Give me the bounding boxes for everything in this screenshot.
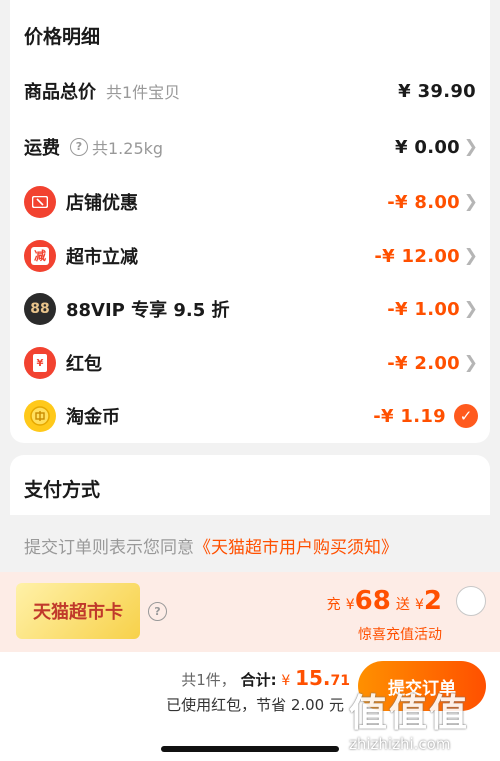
agreement-notice: 提交订单则表示您同意《天猫超市用户购买须知》 — [24, 533, 398, 558]
row-shipping[interactable]: 运费 ? 共1.25kg ¥ 0.00 ❯ — [10, 127, 490, 167]
supermarket-discount-label: 超市立减 — [66, 247, 138, 268]
recharge-activity-label: 惊喜充值活动 — [358, 627, 442, 643]
savings-note: 已使用红包，节省 2.00 元 — [166, 696, 344, 714]
watermark-logo: 值值值 — [349, 691, 470, 735]
row-supermarket-discount[interactable]: 减 超市立减 -¥ 12.00 ❯ — [10, 236, 490, 276]
chevron-right-icon: ❯ — [463, 246, 478, 266]
watermark: 值值值 zhizhizhi.com — [349, 682, 489, 753]
store-discount-label: 店铺优惠 — [66, 193, 138, 214]
goods-total-amount: ¥ 39.90 — [398, 80, 476, 102]
charge-label: 充 — [326, 597, 341, 613]
order-total: 共1件， 合计: ¥ 15.71 — [181, 666, 350, 690]
payment-method-card[interactable]: 支付方式 — [10, 455, 490, 515]
checkmark-icon[interactable]: ✓ — [454, 404, 478, 428]
price-detail-card: 价格明细 商品总价 共1件宝贝 ¥ 39.90 运费 ? 共1.25kg ¥ 0… — [10, 0, 490, 443]
home-indicator[interactable] — [161, 746, 339, 752]
help-icon[interactable]: ? — [70, 138, 88, 156]
charge-amount: 68 — [354, 586, 391, 616]
row-goods-total: 商品总价 共1件宝贝 ¥ 39.90 — [10, 71, 490, 111]
shipping-amount: ¥ 0.00 — [394, 136, 460, 158]
shipping-label: 运费 — [24, 138, 60, 159]
vip88-label: 88VIP 专享 9.5 折 — [66, 300, 230, 321]
chevron-right-icon: ❯ — [463, 353, 478, 373]
vip88-icon: 88 — [24, 293, 56, 325]
total-integer: 15. — [295, 666, 331, 690]
red-packet-icon: ¥ — [24, 347, 56, 379]
supermarket-discount-amount: -¥ 12.00 — [374, 245, 460, 267]
goods-count: 共1件宝贝 — [106, 83, 181, 102]
payment-method-title: 支付方式 — [24, 479, 101, 501]
chevron-right-icon: ❯ — [463, 137, 478, 157]
total-currency: ¥ — [281, 673, 291, 689]
charge-currency: ¥ — [345, 597, 355, 613]
row-store-discount[interactable]: 店铺优惠 -¥ 8.00 ❯ — [10, 182, 490, 222]
agreement-text: 提交订单则表示您同意 — [24, 538, 194, 558]
gold-coin-label: 淘金币 — [66, 407, 120, 428]
supermarket-card-badge: 天猫超市卡 — [16, 583, 140, 639]
vip88-amount: -¥ 1.00 — [387, 298, 460, 320]
discount-icon-text: 减 — [31, 247, 49, 265]
total-decimal: 71 — [330, 673, 350, 689]
store-discount-amount: -¥ 8.00 — [387, 191, 460, 213]
chevron-right-icon: ❯ — [463, 299, 478, 319]
watermark-url: zhizhizhi.com — [349, 735, 451, 753]
goods-total-label: 商品总价 — [24, 82, 96, 103]
total-label: 合计: — [240, 671, 277, 689]
help-icon[interactable]: ? — [148, 602, 167, 621]
row-red-packet[interactable]: ¥ 红包 -¥ 2.00 ❯ — [10, 343, 490, 383]
bonus-currency: ¥ — [414, 597, 424, 613]
promo-select-radio[interactable] — [456, 586, 486, 616]
red-packet-label: 红包 — [66, 354, 102, 375]
gold-coin-icon — [24, 400, 56, 432]
agreement-link[interactable]: 《天猫超市用户购买须知》 — [194, 538, 398, 558]
price-detail-title: 价格明细 — [24, 26, 101, 48]
red-packet-amount: -¥ 2.00 — [387, 352, 460, 374]
row-gold-coin[interactable]: 淘金币 -¥ 1.19 ✓ — [10, 396, 490, 436]
row-88vip[interactable]: 88 88VIP 专享 9.5 折 -¥ 1.00 ❯ — [10, 289, 490, 329]
shipping-weight: 共1.25kg — [92, 139, 164, 158]
coupon-icon — [24, 186, 56, 218]
bonus-label: 送 — [395, 597, 410, 613]
red-packet-icon-text: ¥ — [33, 354, 47, 372]
bonus-amount: 2 — [423, 586, 442, 616]
chevron-right-icon: ❯ — [463, 192, 478, 212]
recharge-offer: 充 ¥68 送 ¥2 — [327, 586, 442, 616]
item-count: 共1件， — [181, 671, 236, 689]
gold-coin-amount: -¥ 1.19 — [373, 405, 446, 427]
discount-icon: 减 — [24, 240, 56, 272]
supermarket-card-promo[interactable]: 天猫超市卡 ? 充 ¥68 送 ¥2 惊喜充值活动 — [0, 572, 500, 652]
